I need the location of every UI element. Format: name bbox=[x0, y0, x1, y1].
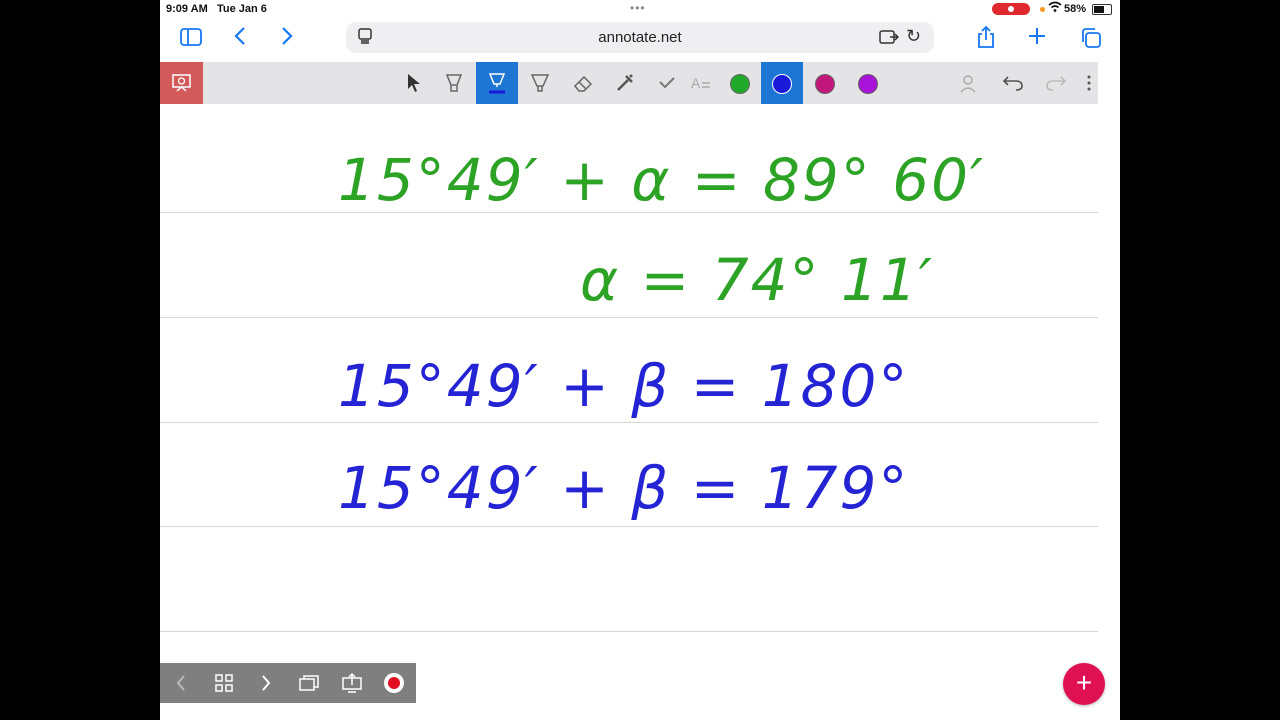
prev-page-icon bbox=[176, 675, 185, 691]
duplicate-page-button[interactable] bbox=[288, 663, 330, 703]
color-swatch-purple[interactable] bbox=[858, 74, 878, 94]
battery-percent: 58% bbox=[1064, 3, 1087, 15]
reload-icon[interactable]: ↻ bbox=[906, 26, 921, 47]
status-date: Tue Jan 6 bbox=[217, 3, 267, 15]
page-scroll-edge bbox=[1098, 62, 1120, 720]
undo-button[interactable] bbox=[992, 62, 1034, 104]
export-icon bbox=[342, 673, 362, 693]
profile-icon bbox=[960, 75, 976, 93]
prev-page-button[interactable] bbox=[160, 663, 202, 703]
duplicate-icon bbox=[299, 675, 319, 691]
wifi-icon bbox=[1048, 1, 1062, 16]
redo-icon bbox=[1046, 76, 1067, 91]
share-icon[interactable] bbox=[976, 25, 996, 53]
back-icon[interactable] bbox=[234, 26, 246, 50]
marker-icon bbox=[530, 74, 550, 92]
multitask-dots-icon[interactable]: ••• bbox=[630, 1, 646, 15]
ipad-screen: 9:09 AM Tue Jan 6 ••• 58% annotate.net ↻… bbox=[160, 0, 1120, 720]
forward-icon[interactable] bbox=[281, 26, 293, 50]
sidebar-icon[interactable] bbox=[180, 28, 202, 50]
note-line-beta-equation: 15°49′ + β = 180° bbox=[338, 352, 909, 420]
eraser-icon bbox=[573, 75, 593, 92]
marker-tool[interactable] bbox=[519, 62, 561, 104]
reader-icon[interactable] bbox=[879, 29, 900, 50]
highlighter-icon bbox=[445, 74, 463, 92]
page-grid-button[interactable] bbox=[203, 663, 245, 703]
present-button[interactable] bbox=[160, 62, 203, 104]
color-swatch-blue[interactable] bbox=[772, 74, 792, 94]
note-line-alpha-equation: 15°49′ + α = 89° 60′ bbox=[338, 146, 985, 214]
record-icon bbox=[384, 673, 404, 693]
annotate-toolbar: A bbox=[160, 62, 1120, 105]
more-icon bbox=[1087, 75, 1091, 91]
pointer-tool[interactable] bbox=[393, 62, 435, 104]
pointer-icon bbox=[408, 74, 420, 92]
page-navigation-bar bbox=[160, 663, 416, 703]
note-page[interactable]: 15°49′ + α = 89° 60′ α = 74° 11′ 15°49′ … bbox=[160, 104, 1098, 704]
mic-indicator-icon bbox=[1040, 7, 1045, 12]
export-button[interactable] bbox=[331, 663, 373, 703]
svg-text:A: A bbox=[691, 75, 701, 91]
battery-icon bbox=[1092, 4, 1112, 15]
present-icon bbox=[172, 74, 191, 92]
text-tool[interactable]: A bbox=[680, 62, 722, 104]
tabs-icon[interactable] bbox=[1080, 27, 1102, 53]
pen-icon bbox=[488, 73, 506, 94]
new-tab-icon[interactable] bbox=[1027, 26, 1047, 50]
color-swatch-green[interactable] bbox=[730, 74, 750, 94]
grid-icon bbox=[215, 674, 233, 692]
next-page-icon bbox=[262, 675, 271, 691]
laser-tool[interactable] bbox=[604, 62, 646, 104]
safari-toolbar: annotate.net ↻ bbox=[160, 18, 1120, 62]
record-button[interactable] bbox=[373, 663, 415, 703]
text-icon: A bbox=[691, 75, 710, 91]
highlighter-tool[interactable] bbox=[433, 62, 475, 104]
more-button[interactable] bbox=[1078, 62, 1100, 104]
pen-tool[interactable] bbox=[476, 62, 518, 104]
note-line-beta-rewrite: 15°49′ + β = 179° bbox=[338, 454, 909, 522]
note-line-alpha-result: α = 74° 11′ bbox=[580, 246, 934, 314]
screen-recording-icon[interactable] bbox=[992, 3, 1030, 15]
color-swatch-magenta[interactable] bbox=[815, 74, 835, 94]
status-bar: 9:09 AM Tue Jan 6 ••• 58% bbox=[160, 0, 1120, 18]
eraser-tool[interactable] bbox=[562, 62, 604, 104]
profile-tool[interactable] bbox=[948, 62, 990, 104]
laser-icon bbox=[617, 74, 633, 91]
handwriting-canvas: 15°49′ + α = 89° 60′ α = 74° 11′ 15°49′ … bbox=[338, 146, 985, 522]
add-page-button[interactable]: + bbox=[1063, 663, 1105, 705]
check-icon bbox=[659, 77, 675, 89]
url-text: annotate.net bbox=[598, 29, 682, 46]
status-time: 9:09 AM bbox=[166, 3, 208, 15]
undo-icon bbox=[1002, 76, 1023, 91]
next-page-button[interactable] bbox=[245, 663, 287, 703]
address-bar[interactable]: annotate.net ↻ bbox=[346, 22, 934, 53]
redo-button[interactable] bbox=[1035, 62, 1077, 104]
